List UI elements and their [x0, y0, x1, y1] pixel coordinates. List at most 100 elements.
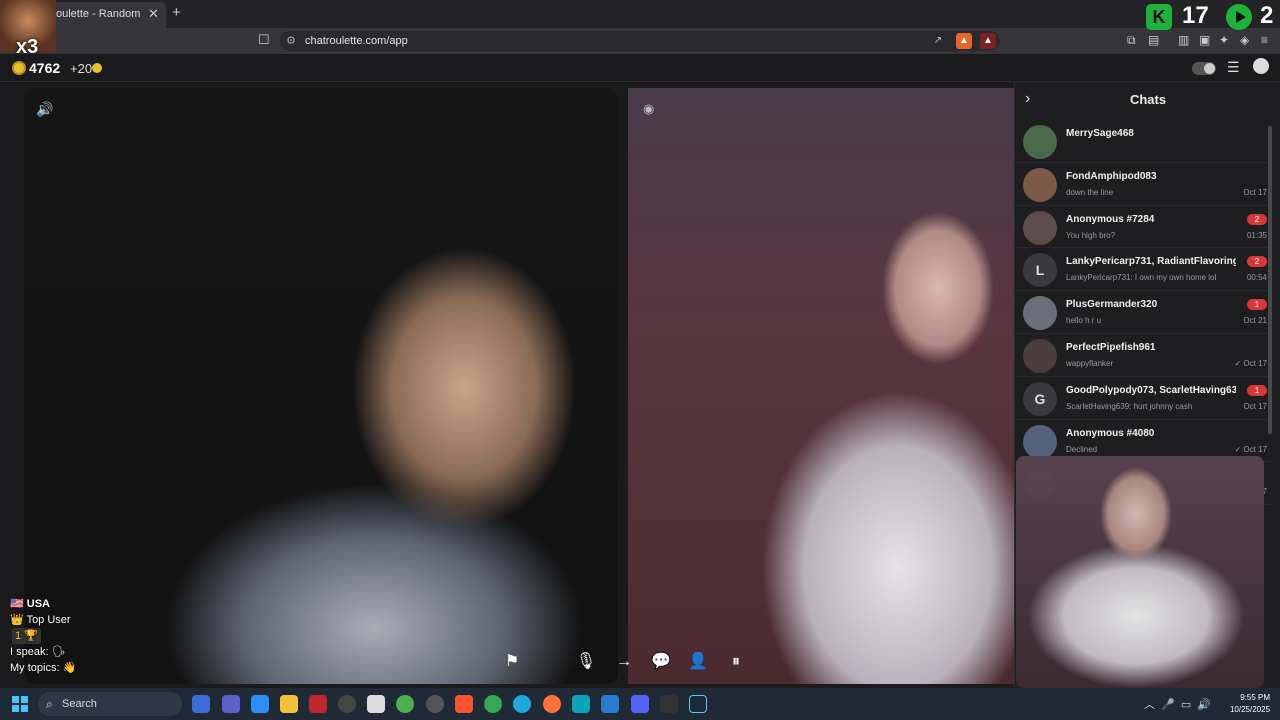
share-icon[interactable]: ↗	[930, 33, 946, 49]
taskbar-search[interactable]: ⌕ Search	[38, 692, 182, 716]
new-tab-button[interactable]: +	[172, 4, 181, 21]
remote-icon[interactable]	[251, 695, 269, 713]
bookmark-icon[interactable]: ☐	[258, 32, 270, 48]
chat-name: MerrySage468	[1066, 128, 1134, 139]
clock-app-icon[interactable]	[338, 695, 356, 713]
chat-time: 00:54	[1246, 273, 1267, 283]
site-settings-icon[interactable]: ⚙	[286, 34, 296, 47]
filters-icon[interactable]: ☰	[1227, 59, 1240, 76]
system-tray[interactable]: ︿ 🎤 ▭ 🔊	[1144, 696, 1211, 712]
clock-date: 10/25/2025	[1229, 705, 1270, 714]
chat-time: 01:35	[1246, 230, 1267, 240]
chat-avatar: G	[1023, 381, 1057, 416]
extensions-icon[interactable]: ⧉	[1127, 33, 1136, 48]
vpn-icon[interactable]: ◈	[1240, 33, 1249, 47]
brave-icon[interactable]	[455, 695, 473, 713]
discord-icon[interactable]	[631, 695, 649, 713]
steam-icon[interactable]	[689, 695, 707, 713]
clock[interactable]: 9:55 PM 10/25/2025	[1222, 692, 1270, 716]
counter-left: 17	[1182, 2, 1209, 29]
stranger-info: 🇺🇸 USA 👑 Top User 1 🏆 I speak: 🗣 My topi…	[10, 596, 76, 676]
coin-balance[interactable]: 4762	[29, 60, 60, 76]
camera-switch-icon[interactable]: ◉	[643, 101, 654, 117]
app-icon-2[interactable]	[426, 695, 444, 713]
notes-icon[interactable]	[367, 695, 385, 713]
topics-label: My topics:	[10, 662, 60, 674]
windows-start-icon[interactable]	[12, 696, 28, 712]
taskview-icon[interactable]	[192, 695, 210, 713]
chat-last-message: hello h r u	[1066, 316, 1102, 326]
next-arrow-icon[interactable]: →	[612, 650, 636, 674]
chat-last-message: Declined	[1066, 444, 1098, 454]
app-icon-1[interactable]	[396, 695, 414, 713]
chat-last-message: wappyflanker	[1066, 358, 1114, 368]
streamer-avatar: x3	[0, 0, 56, 58]
add-friend-icon[interactable]: 👤	[686, 650, 710, 674]
rank-row: 👑 Top User	[10, 614, 71, 626]
chat-list-item[interactable]: FondAmphipod083 down the line Oct 17	[1015, 163, 1273, 206]
chat-name: LankyPericarp731, RadiantFlavoring...	[1066, 256, 1236, 268]
menu-icon[interactable]: ≡	[1261, 33, 1268, 47]
reader-icon[interactable]: ▤	[1148, 33, 1159, 47]
picture-in-picture-video[interactable]	[1016, 456, 1264, 688]
wallet-icon[interactable]: ▣	[1199, 33, 1210, 47]
chat-list-item[interactable]: PlusGermander320 hello h r u Oct 21 1	[1015, 291, 1273, 334]
app-icon-3[interactable]	[660, 695, 678, 713]
leo-icon[interactable]: ✦	[1219, 33, 1229, 47]
chat-scrollbar[interactable]	[1268, 126, 1272, 434]
country-row: 🇺🇸 USA	[10, 598, 50, 610]
close-tab-icon[interactable]: ✕	[148, 6, 159, 22]
teams-icon[interactable]	[222, 695, 240, 713]
brave-rewards-icon[interactable]: ▲	[980, 33, 996, 49]
coin-small-icon	[92, 63, 102, 73]
chat-time: Oct 17	[1243, 187, 1267, 197]
counter-right: 2	[1260, 2, 1274, 29]
chat-name: Anonymous #7284	[1066, 213, 1155, 225]
play-icon	[1226, 4, 1252, 30]
self-video	[628, 88, 1014, 684]
unread-badge: 1	[1247, 384, 1267, 396]
rank-text: Top User	[26, 614, 71, 626]
edge-icon[interactable]	[513, 695, 531, 713]
chat-list-item[interactable]: Anonymous #7284 You high bro? 01:35 2	[1015, 206, 1273, 249]
app-header: 4762 +20 ☰	[0, 54, 1280, 82]
chat-bubble-icon[interactable]: 💬	[649, 650, 673, 674]
chat-avatar: L	[1023, 253, 1057, 288]
chat-list-item[interactable]: MerrySage468	[1015, 120, 1273, 163]
firefox-icon[interactable]	[543, 695, 561, 713]
speaker-icon[interactable]: 🔊	[36, 101, 53, 118]
arduino-icon[interactable]	[572, 695, 590, 713]
vscode-icon[interactable]	[601, 695, 619, 713]
speak-row: I speak: 🗣	[10, 646, 66, 658]
topics-row: My topics: 👋	[10, 662, 77, 674]
url-text[interactable]: chatroulette.com/app	[305, 35, 408, 47]
search-label: Search	[62, 698, 97, 710]
omnibox[interactable]: ⚙ chatroulette.com/app ↗ ▲ ▲	[280, 31, 1000, 51]
chat-name: Anonymous #4080	[1066, 427, 1155, 439]
chat-list-item[interactable]: PerfectPipefish961 wappyflanker ✓ Oct 17	[1015, 334, 1273, 377]
clock-time: 9:55 PM	[1240, 693, 1270, 702]
unread-badge: 2	[1247, 213, 1267, 225]
profile-icon[interactable]	[1253, 58, 1269, 74]
coin-bonus: +20	[70, 61, 93, 76]
chrome-icon[interactable]	[484, 695, 502, 713]
search-icon: ⌕	[46, 697, 53, 711]
chat-list: MerrySage468 FondAmphipod083 down the line…	[1015, 120, 1273, 506]
report-flag-icon[interactable]: ⚑	[500, 650, 524, 674]
store-icon[interactable]	[309, 695, 327, 713]
chat-list-item[interactable]: L LankyPericarp731, RadiantFlavoring... La…	[1015, 248, 1273, 292]
address-bar-row: ☐ ⚙ chatroulette.com/app ↗ ▲ ▲ ⧉ ▤ ▥ ▣ ✦…	[0, 28, 1280, 54]
chat-name: GoodPolypody073, ScarletHaving639	[1066, 384, 1236, 396]
brave-shields-icon[interactable]: ▲	[956, 33, 972, 49]
sidebar-icon[interactable]: ▥	[1178, 33, 1189, 47]
chat-time: Oct 21	[1243, 316, 1267, 326]
chat-name: FondAmphipod083	[1066, 170, 1157, 182]
chat-last-message: LankyPericarp731: I own my own home lol	[1066, 273, 1217, 283]
file-explorer-icon[interactable]	[280, 695, 298, 713]
chat-list-item[interactable]: G GoodPolypody073, ScarletHaving639 Scarle…	[1015, 377, 1273, 420]
tab-title: oulette - Random video	[56, 8, 140, 20]
pause-icon[interactable]: ⏸	[724, 650, 748, 674]
chat-name: PerfectPipefish961	[1066, 341, 1156, 353]
theme-toggle[interactable]	[1192, 62, 1216, 75]
microphone-icon[interactable]: 🎙	[574, 650, 598, 674]
